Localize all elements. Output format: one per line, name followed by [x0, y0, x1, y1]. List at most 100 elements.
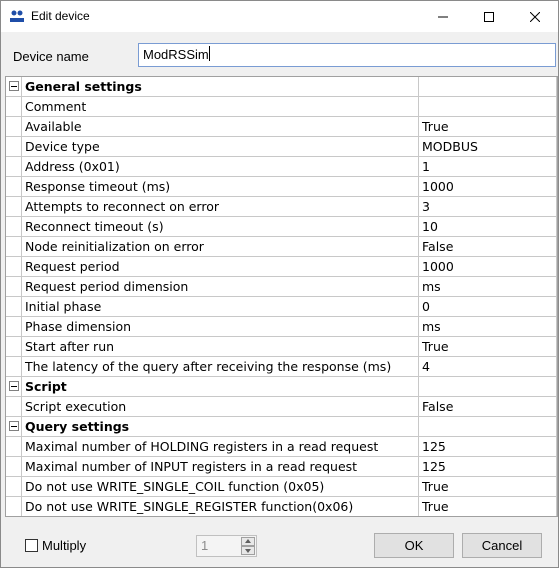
cancel-button[interactable]: Cancel — [462, 533, 542, 558]
property-row[interactable]: Do not use WRITE_SINGLE_REGISTER functio… — [6, 497, 557, 516]
spinner-value: 1 — [201, 538, 209, 553]
maximize-button[interactable] — [466, 1, 512, 32]
device-name-row: Device name ModRSSim — [1, 39, 558, 71]
property-value[interactable]: 0 — [419, 297, 557, 317]
property-name: Script execution — [22, 397, 419, 417]
property-name: Phase dimension — [22, 317, 419, 337]
property-value[interactable]: 1000 — [419, 257, 557, 277]
row-gutter — [6, 457, 22, 477]
row-gutter — [6, 237, 22, 257]
property-row[interactable]: The latency of the query after receiving… — [6, 357, 557, 377]
property-name: Start after run — [22, 337, 419, 357]
property-value[interactable]: 125 — [419, 457, 557, 477]
property-row[interactable]: Initial phase 0 — [6, 297, 557, 317]
property-value[interactable]: True — [419, 477, 557, 497]
property-row[interactable]: Maximal number of INPUT registers in a r… — [6, 457, 557, 477]
section-header-row[interactable]: General settings — [6, 77, 557, 97]
property-name: The latency of the query after receiving… — [22, 357, 419, 377]
property-row[interactable]: Maximal number of HOLDING registers in a… — [6, 437, 557, 457]
row-gutter — [6, 377, 22, 397]
row-gutter — [6, 217, 22, 237]
row-gutter — [6, 337, 22, 357]
property-row[interactable]: Attempts to reconnect on error 3 — [6, 197, 557, 217]
property-name: Request period dimension — [22, 277, 419, 297]
property-row[interactable]: Node reinitialization on error False — [6, 237, 557, 257]
property-name: Do not use WRITE_SINGLE_COIL function (0… — [22, 477, 419, 497]
row-gutter — [6, 77, 22, 97]
collapse-minus-icon[interactable] — [9, 81, 19, 91]
property-row[interactable]: Do not use WRITE_SINGLE_COIL function (0… — [6, 477, 557, 497]
edit-device-dialog: Edit device Device name ModRSSim General… — [0, 0, 559, 568]
multiply-label: Multiply — [42, 538, 87, 553]
property-value[interactable] — [419, 97, 557, 117]
property-row[interactable]: Request period dimension ms — [6, 277, 557, 297]
property-value[interactable]: 1000 — [419, 177, 557, 197]
property-value[interactable]: False — [419, 397, 557, 417]
multiply-checkbox[interactable]: Multiply — [25, 538, 86, 553]
spin-up-button[interactable] — [241, 537, 255, 546]
section-title: General settings — [22, 77, 419, 97]
property-name: Available — [22, 117, 419, 137]
property-name: Maximal number of HOLDING registers in a… — [22, 437, 419, 457]
property-row[interactable]: Reconnect timeout (s) 10 — [6, 217, 557, 237]
property-value[interactable]: 3 — [419, 197, 557, 217]
spin-down-button[interactable] — [241, 546, 255, 555]
section-value-cell — [419, 77, 557, 97]
property-name: Device type — [22, 137, 419, 157]
device-name-input[interactable]: ModRSSim — [138, 43, 556, 67]
property-value[interactable]: ms — [419, 317, 557, 337]
section-title: Script — [22, 377, 419, 397]
property-row[interactable]: Start after run True — [6, 337, 557, 357]
property-name: Reconnect timeout (s) — [22, 217, 419, 237]
property-row[interactable]: Request period 1000 — [6, 257, 557, 277]
property-row[interactable]: Available True — [6, 117, 557, 137]
ok-button[interactable]: OK — [374, 533, 454, 558]
property-name: Maximal number of INPUT registers in a r… — [22, 457, 419, 477]
property-value[interactable]: False — [419, 237, 557, 257]
section-header-row[interactable]: Script — [6, 377, 557, 397]
property-row[interactable]: Comment — [6, 97, 557, 117]
minimize-button[interactable] — [420, 1, 466, 32]
property-name: Initial phase — [22, 297, 419, 317]
collapse-minus-icon[interactable] — [9, 421, 19, 431]
property-value[interactable]: 1 — [419, 157, 557, 177]
property-value[interactable]: ms — [419, 277, 557, 297]
property-name: Address (0x01) — [22, 157, 419, 177]
collapse-minus-icon[interactable] — [9, 381, 19, 391]
property-row[interactable]: Response timeout (ms) 1000 — [6, 177, 557, 197]
row-gutter — [6, 277, 22, 297]
row-gutter — [6, 497, 22, 516]
property-value[interactable]: True — [419, 117, 557, 137]
close-button[interactable] — [512, 1, 558, 32]
row-gutter — [6, 137, 22, 157]
property-value[interactable]: True — [419, 497, 557, 516]
section-value-cell — [419, 377, 557, 397]
multiply-count-spinner[interactable]: 1 — [196, 535, 257, 557]
property-row[interactable]: Address (0x01) 1 — [6, 157, 557, 177]
property-value[interactable]: True — [419, 337, 557, 357]
property-name: Do not use WRITE_SINGLE_REGISTER functio… — [22, 497, 419, 516]
property-row[interactable]: Script execution False — [6, 397, 557, 417]
property-name: Attempts to reconnect on error — [22, 197, 419, 217]
property-value[interactable]: 10 — [419, 217, 557, 237]
row-gutter — [6, 437, 22, 457]
property-value[interactable]: 4 — [419, 357, 557, 377]
sopc-app-icon — [9, 8, 25, 24]
property-grid[interactable]: General settings Comment Available True Devi… — [5, 76, 558, 517]
close-icon — [530, 11, 540, 22]
property-row[interactable]: Device type MODBUS — [6, 137, 557, 157]
property-value[interactable]: 125 — [419, 437, 557, 457]
title-bar[interactable]: Edit device — [1, 1, 558, 32]
property-name: Comment — [22, 97, 419, 117]
row-gutter — [6, 297, 22, 317]
row-gutter — [6, 177, 22, 197]
row-gutter — [6, 397, 22, 417]
section-header-row[interactable]: Query settings — [6, 417, 557, 437]
spinner-buttons — [241, 537, 255, 555]
property-row[interactable]: Phase dimension ms — [6, 317, 557, 337]
row-gutter — [6, 97, 22, 117]
property-value[interactable]: MODBUS — [419, 137, 557, 157]
property-name: Response timeout (ms) — [22, 177, 419, 197]
row-gutter — [6, 257, 22, 277]
checkbox-box[interactable] — [25, 539, 38, 552]
